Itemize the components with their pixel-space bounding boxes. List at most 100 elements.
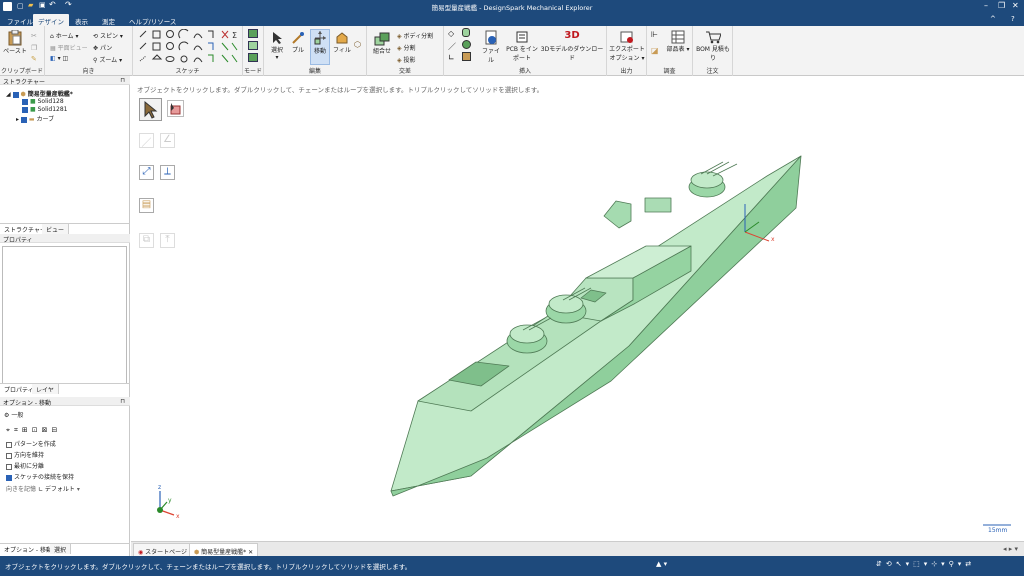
split-body-button[interactable]: ◈ ボディ分割: [397, 31, 433, 40]
plane-icon[interactable]: ◇: [448, 29, 454, 38]
visibility-checkbox[interactable]: [22, 106, 28, 113]
combine-button[interactable]: 組合せ: [370, 32, 394, 55]
option-check[interactable]: スケッチの接続を保持: [6, 472, 74, 481]
split-body-icon: ◈: [397, 33, 402, 40]
fill-button[interactable]: フィル: [333, 31, 351, 54]
tree-root[interactable]: ◢ ⬢ 簡易型量産戦艦*: [6, 89, 73, 98]
zoom-button[interactable]: ⚲ ズーム ▾: [93, 55, 122, 64]
option-check[interactable]: 方向を維持: [6, 450, 44, 459]
cylinder-icon[interactable]: [462, 28, 470, 37]
pin-icon[interactable]: ⊓: [120, 77, 125, 84]
checkbox[interactable]: [6, 441, 12, 448]
visibility-checkbox[interactable]: [20, 116, 27, 123]
minimize-ribbon-icon[interactable]: ^: [990, 15, 996, 23]
close-icon[interactable]: ✕: [1012, 1, 1019, 10]
ship-model[interactable]: [131, 76, 1024, 541]
select-button[interactable]: 選択 ▾: [268, 31, 286, 61]
output-group: エクスポートオプション ▾ 出力: [607, 26, 647, 76]
options-general[interactable]: ⚙ 一般: [4, 410, 23, 419]
pin-icon[interactable]: ⊓: [120, 398, 125, 405]
spin-button[interactable]: ⟲ スピン ▾: [93, 31, 123, 40]
view-cube-button[interactable]: ◧ ▾ ◫: [50, 55, 68, 62]
home-button[interactable]: ⌂ ホーム ▾: [50, 31, 78, 40]
paste-button[interactable]: ペースト: [3, 30, 27, 55]
pull-button[interactable]: プル: [289, 31, 307, 54]
insert-file-icon: [485, 30, 497, 45]
option-check[interactable]: パターンを作成: [6, 439, 56, 448]
inspect-icon[interactable]: ◪: [651, 46, 659, 55]
status-warning-icon[interactable]: ▲ ▾: [656, 560, 667, 568]
visibility-checkbox[interactable]: [22, 98, 28, 105]
tab-help[interactable]: ヘルプ/リソース: [124, 14, 181, 26]
3d-mode-icon[interactable]: [248, 53, 258, 62]
tab-view-panel[interactable]: ビュー: [42, 224, 70, 234]
sketch-tools-icons[interactable]: Σ: [136, 29, 240, 65]
plane-view-icon: ▦: [50, 45, 56, 52]
3d-viewport[interactable]: オブジェクトをクリックします。ダブルクリックして、チェーンまたはループを選択しま…: [131, 76, 1024, 541]
solid-icon: ■: [30, 98, 36, 105]
fill-icon: [336, 32, 348, 44]
option-check[interactable]: 最初に分離: [6, 461, 44, 470]
tab-design[interactable]: デザイン: [33, 14, 69, 26]
pan-button[interactable]: ✥ パン: [93, 43, 112, 52]
help-icon[interactable]: ?: [1011, 15, 1015, 23]
tab-view[interactable]: 表示: [70, 14, 93, 26]
section-mode-icon[interactable]: [248, 41, 258, 50]
menu-bar: ファイル デザイン 表示 測定 ヘルプ/リソース ^ ?: [0, 13, 1024, 26]
move-button[interactable]: 移動: [310, 29, 330, 65]
tab-layers[interactable]: レイヤ: [32, 384, 59, 394]
tab-measure[interactable]: 測定: [97, 14, 120, 26]
tab-document[interactable]: ⬢ 簡易型量産戦艦* ✕: [189, 543, 259, 556]
tab-start-page[interactable]: ◉ スタートページ: [133, 543, 193, 556]
tree-item[interactable]: ■ Solid128: [22, 98, 64, 105]
paste-icon: [8, 30, 22, 46]
format-painter-icon[interactable]: ✎: [31, 55, 37, 63]
close-tab-icon[interactable]: ✕: [248, 549, 253, 556]
plane-view-button[interactable]: ▦ 平面ビュー: [50, 43, 88, 52]
status-tool-icons[interactable]: ⇵⟲↖▾⬚▾⊹▾⚲▾⇄: [876, 560, 975, 568]
box-icon[interactable]: [462, 52, 471, 61]
cut-icon[interactable]: ✂: [31, 32, 37, 40]
structure-header: ストラクチャー ⊓: [0, 76, 130, 86]
options-header: オプション - 移動 ⊓: [0, 397, 130, 407]
axis-icon[interactable]: ／: [448, 41, 456, 52]
mast-block[interactable]: [644, 197, 672, 213]
tab-selection[interactable]: 選択: [50, 544, 72, 554]
select-arrow-icon: [273, 32, 282, 44]
sketch-mode-icon[interactable]: [248, 29, 258, 38]
copy-icon[interactable]: ❐: [31, 44, 37, 52]
edit-group-label: 編集: [308, 68, 321, 75]
visibility-checkbox[interactable]: [12, 91, 19, 98]
move-icon: [314, 31, 326, 45]
tree-item[interactable]: ■ Solid1281: [22, 106, 68, 113]
project-button[interactable]: ◈ 投影: [397, 55, 416, 64]
checkbox-checked[interactable]: [6, 474, 12, 481]
investigate-group-label: 調査: [663, 68, 676, 75]
tree-item[interactable]: ▸ ▬ カーブ: [16, 114, 54, 123]
aft-turret-top[interactable]: [690, 171, 724, 189]
tab-options-move[interactable]: オプション - 移動: [0, 544, 57, 554]
bom-parts-button[interactable]: 部品表 ▾: [665, 30, 691, 53]
mid-turret-top[interactable]: [548, 294, 584, 314]
sphere-icon[interactable]: [462, 40, 471, 49]
checkbox[interactable]: [6, 463, 12, 470]
orient-option[interactable]: 向きを記憶 ∟ デフォルト ▾: [6, 484, 80, 493]
scale-label: 15mm: [988, 527, 1008, 534]
svg-text:Σ: Σ: [232, 31, 237, 40]
insert-file-button[interactable]: ファイル: [480, 30, 502, 64]
measure-icon[interactable]: ⊩: [651, 30, 658, 39]
restore-icon[interactable]: ❐: [998, 1, 1005, 10]
export-options-button[interactable]: エクスポートオプション ▾: [609, 30, 645, 62]
origin-icon[interactable]: ∟: [448, 53, 455, 62]
replace-icon[interactable]: ⬡: [354, 40, 361, 49]
bom-quote-button[interactable]: BOM 見積もり: [695, 30, 731, 62]
funnel[interactable]: [603, 200, 632, 229]
minimize-icon[interactable]: –: [984, 1, 988, 10]
pcb-import-button[interactable]: PCB をインポート: [505, 30, 539, 62]
download-3d-button[interactable]: 3D 3Dモデルのダウンロード: [540, 30, 604, 62]
mode-group-label: モード: [243, 68, 262, 75]
tab-scroll-icons[interactable]: ◂ ▸ ▾: [1003, 545, 1018, 553]
move-option-icons[interactable]: ⌖⌗⊞⊡⊠⊟: [6, 426, 61, 435]
split-button[interactable]: ◈ 分割: [397, 43, 416, 52]
checkbox[interactable]: [6, 452, 12, 459]
